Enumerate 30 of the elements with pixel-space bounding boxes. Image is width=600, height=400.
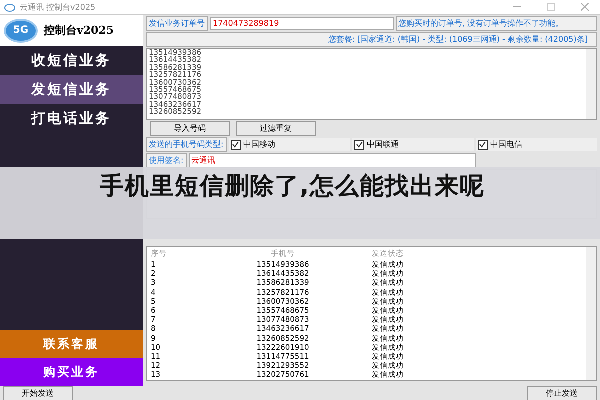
signature-label: 使用签名: xyxy=(146,153,187,168)
order-label: 发信业务订单号 xyxy=(146,16,208,31)
signature-field[interactable]: 云通讯 xyxy=(188,153,476,168)
logo-badge: 5G xyxy=(4,18,38,42)
sidebar-button[interactable]: 联系客服 xyxy=(0,330,143,358)
window-title: 云通讯 控制台v2025 xyxy=(20,2,96,12)
action-button[interactable]: 开始发送 xyxy=(3,386,73,400)
sidebar-button[interactable]: 购买业务 xyxy=(0,358,143,386)
package-info: 您套餐: [国家通道: (韩国) - 类型: (1069三网通) - 剩余数量: (42005)条] xyxy=(146,32,597,47)
scrollbar[interactable] xyxy=(586,247,596,380)
checkbox[interactable] xyxy=(230,140,241,150)
close-icon[interactable] xyxy=(581,3,589,11)
checkbox[interactable] xyxy=(478,140,488,150)
checkbox-label: 中国电信 xyxy=(490,139,523,150)
checkbox-label: 中国联通 xyxy=(367,139,400,150)
checkbox-label: 中国移动 xyxy=(244,139,276,150)
toolbar-button[interactable]: 导入号码 xyxy=(150,121,230,136)
action-button[interactable]: 停止发送 xyxy=(527,386,597,400)
order-hint: 您购买时的订单号, 没有订单号操作不了功能。 xyxy=(396,16,597,31)
logo-title: 控制台v2025 xyxy=(44,23,114,38)
sidebar-item[interactable]: 打电话业务 xyxy=(0,104,143,133)
checkbox[interactable] xyxy=(354,140,364,150)
order-field[interactable]: 1740473289819 xyxy=(210,17,394,30)
maximize-icon[interactable] xyxy=(547,3,555,11)
toolbar-button[interactable]: 过滤重复 xyxy=(236,121,316,136)
sidebar-item[interactable]: 发短信业务 xyxy=(0,75,143,104)
overlay-title: 手机里短信删除了,怎么能找出来呢 xyxy=(100,171,486,202)
sidebar-item[interactable]: 收短信业务 xyxy=(0,46,143,75)
carrier-label: 发送的手机号码类型: xyxy=(146,137,227,152)
scrollbar[interactable] xyxy=(586,49,596,119)
